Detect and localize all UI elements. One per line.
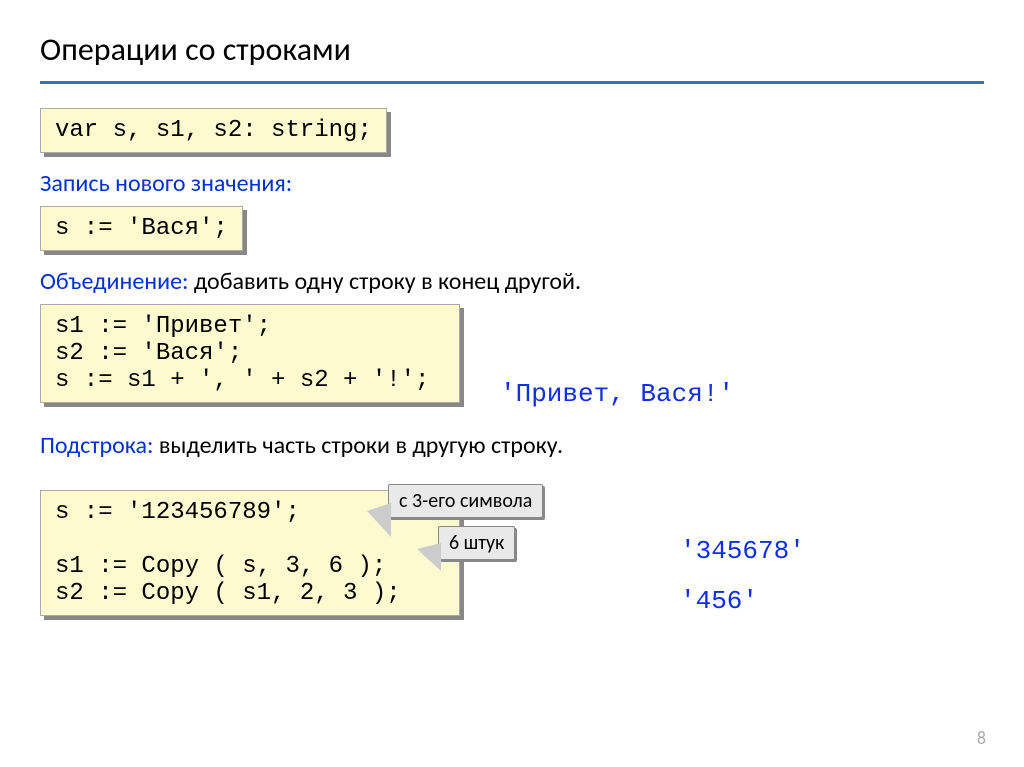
page-title: Операции со строками [40,30,984,69]
section-assign-label: Запись нового значения: [40,169,984,198]
concat-row: s1 := 'Привет'; s2 := 'Вася'; s := s1 + … [40,304,984,409]
result-substr-2: '456' [680,586,805,616]
term-substr: Подстрока: [40,431,153,460]
substr-row: s := '123456789'; s1 := Copy ( s, 3, 6 )… [40,490,984,622]
result-concat: 'Привет, Вася!' [500,379,734,409]
term-concat: Объединение: [40,267,188,296]
code-declaration: var s, s1, s2: string; [40,108,387,153]
code-assign: s := 'Вася'; [40,206,243,251]
term-assign: Запись нового значения: [40,169,292,198]
callout-tail-icon [367,503,391,537]
callout-from-3rd: с 3-его символа [388,484,543,518]
callout-text-1: с 3-его символа [399,489,532,513]
result-substr-1: '345678' [680,536,805,566]
page-number: 8 [977,727,986,749]
desc-substr: выделить часть строки в другую строку. [153,431,563,460]
results-column: '345678' '456' [680,536,805,622]
callout-6-items: 6 штук [438,526,515,560]
section-concat-label: Объединение: добавить одну строку в коне… [40,267,984,296]
callout-text-2: 6 штук [449,531,504,555]
section-substr-label: Подстрока: выделить часть строки в другу… [40,431,984,460]
desc-concat: добавить одну строку в конец другой. [188,267,581,296]
title-divider [40,81,984,84]
callout-tail-icon [417,543,441,571]
code-concat: s1 := 'Привет'; s2 := 'Вася'; s := s1 + … [40,304,460,403]
